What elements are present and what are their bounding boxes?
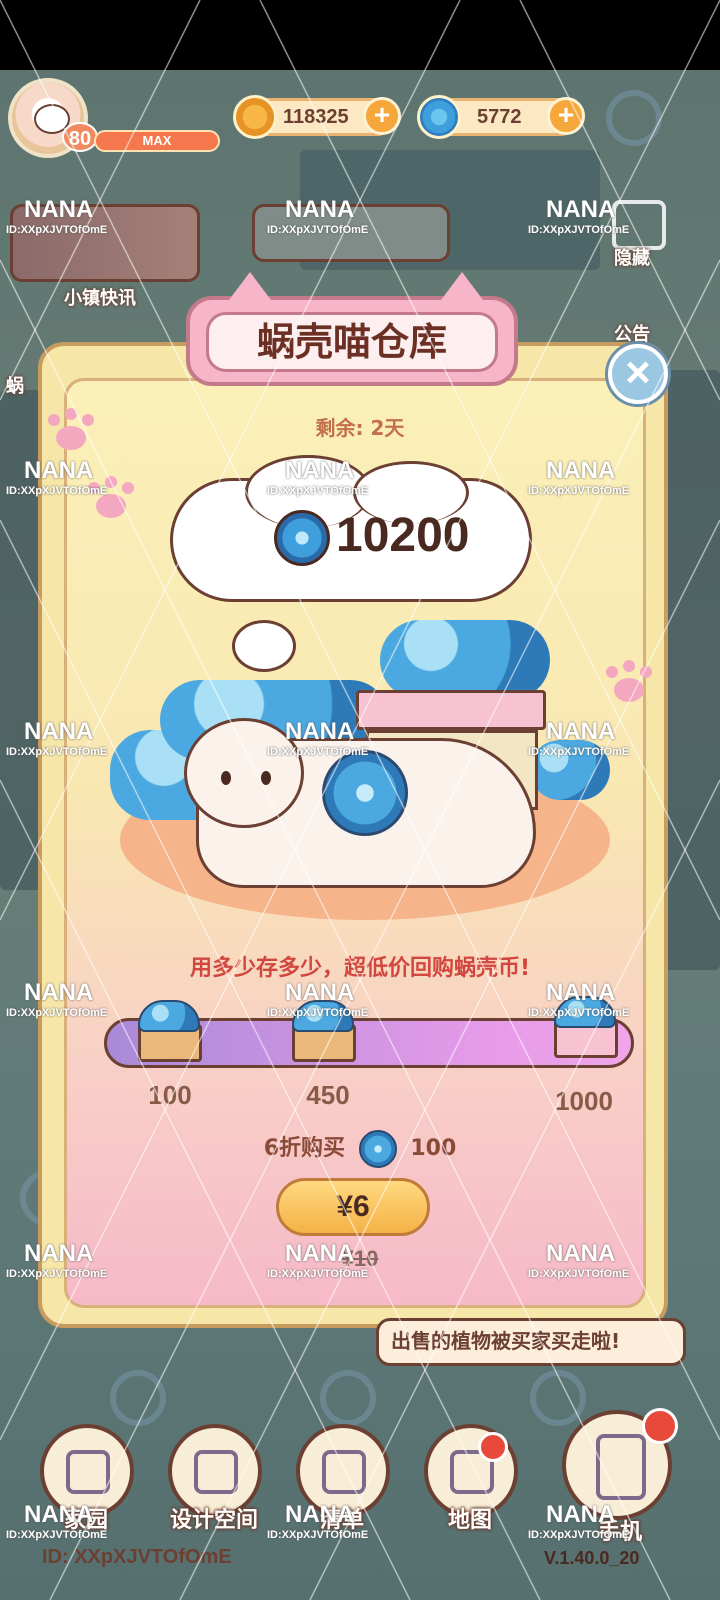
- stored-amount-display: 10200: [274, 508, 504, 572]
- stored-amount: 10200: [336, 509, 470, 562]
- level-progress-bar: MAX: [94, 130, 220, 152]
- ruler-icon: [194, 1450, 238, 1494]
- add-gold-button[interactable]: +: [363, 97, 401, 135]
- nav-label-phone: 手机: [597, 1520, 642, 1545]
- discount-offer: 6折购买 100: [0, 1130, 720, 1168]
- buy-button[interactable]: ¥6: [276, 1178, 430, 1236]
- center-banner[interactable]: [252, 204, 450, 262]
- shell-coin-counter: 5772 +: [417, 95, 585, 139]
- remaining-days: 剩余: 2天: [315, 416, 405, 440]
- left-menu-label: 蜗: [6, 376, 24, 397]
- version-label: V.1.40.0_20: [544, 1548, 640, 1568]
- promo-slogan: 用多少存多少，超低价回购蜗壳币!: [189, 956, 531, 981]
- nav-label-map: 地图: [447, 1508, 492, 1533]
- home-icon: [66, 1450, 110, 1494]
- town-news-label: 小镇快讯: [64, 288, 136, 309]
- shell-coin-icon: [417, 95, 461, 139]
- nav-label-design: 设计空间: [169, 1508, 258, 1533]
- offer-amount: 100: [410, 1136, 457, 1161]
- shell-coin-icon: [358, 1130, 397, 1168]
- list-icon: [322, 1450, 366, 1494]
- tier-crate-large[interactable]: [540, 994, 630, 1060]
- map-notification-dot: [478, 1432, 508, 1462]
- shell-coin-amount: 5772: [477, 106, 522, 128]
- cat-ear-left: [226, 272, 274, 304]
- status-bar: [0, 0, 720, 70]
- paw-print-icon: [88, 476, 134, 520]
- notification-toast: 出售的植物被买家买走啦!: [376, 1318, 686, 1366]
- gold-coin-amount: 118325: [283, 106, 349, 128]
- nav-label-home: 家园: [63, 1508, 108, 1533]
- tier-label: 450: [306, 1080, 350, 1110]
- player-id: ID: XXpXJVTOfOmE: [42, 1546, 232, 1568]
- popup-title: 蜗壳喵仓库: [206, 312, 498, 372]
- phone-icon: [596, 1434, 646, 1500]
- discount-label: 6折购买: [263, 1136, 346, 1161]
- tier-label: 100: [148, 1080, 192, 1110]
- close-button[interactable]: ×: [608, 344, 668, 404]
- shell-coin-icon: [274, 510, 330, 567]
- hide-icon[interactable]: [612, 200, 666, 250]
- cat-ear-right: [438, 272, 486, 304]
- cat-warehouse-illustration: [100, 620, 620, 920]
- nav-label-list: 清单: [319, 1508, 364, 1533]
- tier-crate-small[interactable]: [124, 998, 214, 1064]
- tier-label: 1000: [555, 1086, 613, 1116]
- shell-coin-icon: [322, 750, 408, 836]
- hide-label: 隐藏: [614, 248, 650, 269]
- popup-title-tab: 蜗壳喵仓库: [186, 272, 518, 386]
- gold-coin-counter: 118325 +: [233, 95, 401, 139]
- town-news-panel[interactable]: [10, 204, 200, 282]
- add-shell-button[interactable]: +: [547, 97, 585, 135]
- tier-crate-medium[interactable]: [278, 998, 368, 1064]
- phone-notification-dot: [642, 1408, 678, 1444]
- player-level: 80: [62, 122, 98, 152]
- gold-coin-icon: [233, 95, 277, 139]
- original-price: ¥10: [341, 1246, 379, 1271]
